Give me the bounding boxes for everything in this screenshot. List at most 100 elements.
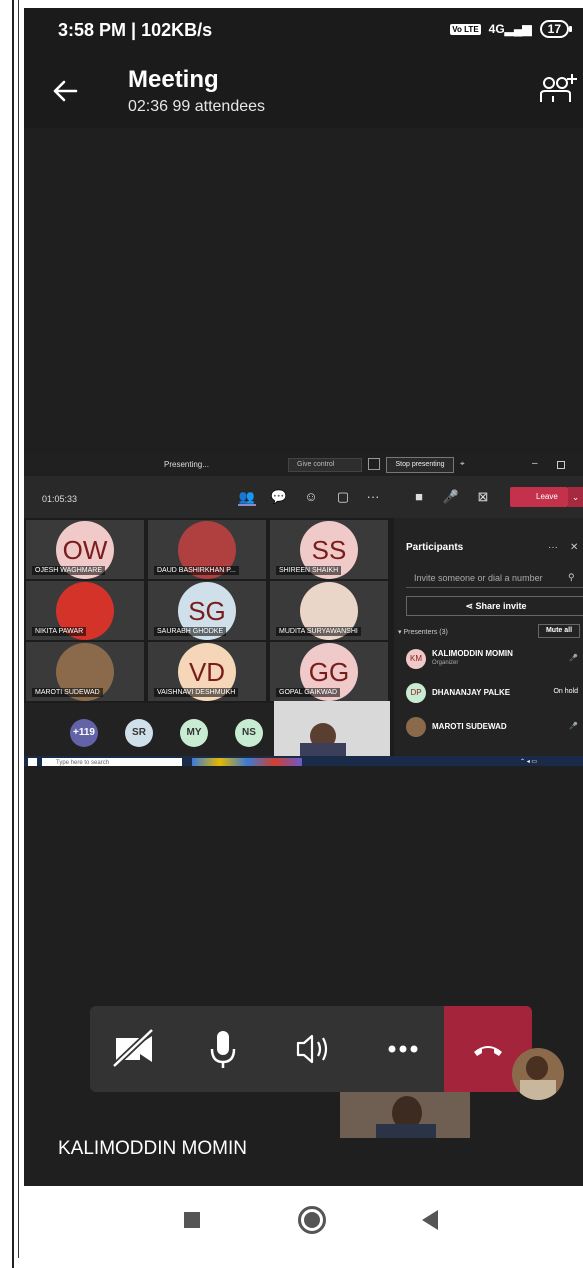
status-time: 3:58 PM | 102KB/s — [58, 20, 213, 40]
stop-presenting-button[interactable]: Stop presenting — [386, 457, 454, 473]
mute-all-button[interactable]: Mute all — [538, 624, 580, 638]
participant-tile[interactable]: MUDITA SURYAWANSHI — [270, 581, 388, 640]
participant-avatar: KM — [406, 649, 426, 669]
chat-icon[interactable]: 💬 — [270, 488, 288, 506]
participant-name: DAUD BASHIRKHAN P... — [154, 566, 239, 575]
nav-back-icon[interactable] — [422, 1210, 438, 1230]
pin-icon[interactable]: ⌖ — [460, 459, 465, 469]
panel-more-icon[interactable]: ··· — [548, 542, 558, 553]
participant-row[interactable]: DP DHANANJAY PALKE On hold — [406, 680, 583, 706]
participant-row-name: MAROTI SUDEWAD — [432, 722, 507, 731]
participant-row[interactable]: MAROTI SUDEWAD 🎤 — [406, 714, 583, 740]
volte-icon: Vo LTE — [450, 23, 481, 35]
participant-tile[interactable]: VD VAISHNAVI DESHMUKH — [148, 642, 266, 701]
search-icon: ⚲ — [568, 572, 575, 582]
share-invite-button[interactable]: ⋖ Share invite — [406, 596, 583, 616]
microphone-icon[interactable] — [180, 1006, 266, 1092]
overflow-row: +119 SR MY NS — [24, 701, 390, 763]
camera-icon[interactable]: ■ — [410, 488, 428, 506]
overflow-avatar[interactable]: MY — [180, 719, 208, 747]
phone-screen: 3:58 PM | 102KB/s Vo LTE 4G▂▄▆ 17 Meetin… — [24, 8, 583, 1258]
participant-name: MAROTI SUDEWAD — [32, 688, 103, 697]
add-participants-icon[interactable] — [537, 72, 577, 108]
presenter-avatar — [512, 1048, 564, 1100]
self-video-body — [376, 1124, 436, 1138]
mic-icon[interactable]: 🎤 — [442, 488, 460, 506]
participant-row[interactable]: KM KALIMODDIN MOMIN Organizer 🎤 — [406, 646, 583, 672]
participant-tile[interactable]: MAROTI SUDEWAD — [26, 642, 144, 701]
rooms-icon[interactable]: ▢ — [334, 488, 352, 506]
participant-row-name: DHANANJAY PALKE — [432, 688, 511, 697]
participants-title: Participants — [406, 542, 464, 553]
signal-icon: 4G▂▄▆ — [488, 22, 532, 36]
presenter-avatar-head — [526, 1056, 548, 1080]
shared-screen: Presenting... Give control Stop presenti… — [24, 454, 583, 766]
back-arrow-icon[interactable] — [50, 76, 80, 106]
panel-close-icon[interactable]: ✕ — [570, 542, 578, 553]
mic-icon: 🎤 — [569, 655, 578, 662]
participant-tile[interactable]: NIKITA PAWAR — [26, 581, 144, 640]
call-controls — [90, 1006, 532, 1092]
overflow-avatar[interactable]: +119 — [70, 719, 98, 747]
participant-tile[interactable]: SG SAURABH GHODKE — [148, 581, 266, 640]
participant-name: NIKITA PAWAR — [32, 627, 87, 636]
presenters-header[interactable]: ▾ Presenters (3) — [398, 628, 448, 636]
reactions-icon[interactable]: ☺ — [302, 488, 320, 506]
participant-tile[interactable]: SS SHIREEN SHAIKH — [270, 520, 388, 579]
share-invite-label: Share invite — [475, 601, 527, 611]
page-title: Meeting — [128, 66, 219, 93]
call-timer: 01:05:33 — [42, 494, 78, 504]
leave-button[interactable]: Leave — [510, 487, 568, 507]
system-tray: ⌃ ◂ ▭ — [520, 759, 538, 765]
active-speaker-name: KALIMODDIN MOMIN — [58, 1138, 247, 1159]
people-icon[interactable]: 👥 — [238, 488, 256, 506]
participant-tile[interactable]: GG GOPAL GAIKWAD — [270, 642, 388, 701]
maximize-icon[interactable] — [557, 461, 565, 469]
teams-meeting-toolbar: 01:05:33 👥 💬 ☺ ▢ ··· ■ 🎤 ⊠ Leave ⌄ — [24, 476, 583, 518]
participant-name: GOPAL GAIKWAD — [276, 688, 341, 697]
windows-start-icon[interactable] — [28, 758, 37, 766]
battery-icon: 17 — [539, 20, 573, 38]
participant-avatar: DP — [406, 683, 426, 703]
participant-name: MUDITA SURYAWANSHI — [276, 627, 361, 636]
taskbar-app-icons[interactable] — [192, 758, 302, 766]
more-icon[interactable] — [360, 1006, 446, 1092]
participant-name: SHIREEN SHAIKH — [276, 566, 342, 575]
participant-row-name: KALIMODDIN MOMIN — [432, 649, 513, 658]
camera-off-icon[interactable] — [90, 1006, 176, 1092]
recents-icon[interactable] — [184, 1212, 200, 1228]
home-icon[interactable] — [298, 1206, 326, 1234]
overflow-avatar[interactable]: NS — [235, 719, 263, 747]
screenshot-page: 3:58 PM | 102KB/s Vo LTE 4G▂▄▆ 17 Meetin… — [0, 0, 583, 1268]
share-tray-icon[interactable]: ⊠ — [474, 488, 492, 506]
status-bar: 3:58 PM | 102KB/s Vo LTE 4G▂▄▆ 17 — [24, 8, 583, 54]
windows-taskbar: Type here to search ⌃ ◂ ▭ — [24, 756, 583, 766]
participant-name: SAURABH GHODKE — [154, 627, 227, 636]
invite-input[interactable]: Invite someone or dial a number — [406, 568, 583, 588]
presenting-label: Presenting... — [164, 460, 209, 469]
participant-tile[interactable]: OW OJESH WAGHMARE — [26, 520, 144, 579]
speaker-icon[interactable] — [270, 1006, 356, 1092]
participant-grid: OW OJESH WAGHMARE DAUD BASHIRKHAN P... SS SH… — [26, 520, 392, 703]
mic-icon: 🎤 — [569, 723, 578, 730]
participant-role: Organizer — [432, 660, 459, 666]
presenter-avatar-body — [520, 1080, 556, 1100]
meeting-subtitle: 02:36 99 attendees — [128, 98, 266, 115]
presenters-header-label: Presenters (3) — [403, 629, 448, 636]
presenter-video-thumbnail — [274, 701, 390, 761]
taskbar-search-input[interactable]: Type here to search — [42, 758, 182, 766]
minimize-icon[interactable]: – — [532, 458, 538, 469]
more-actions-icon[interactable]: ··· — [364, 488, 382, 506]
participant-avatar — [406, 717, 426, 737]
give-control-dropdown[interactable]: Give control — [288, 458, 362, 472]
participant-tile[interactable]: DAUD BASHIRKHAN P... — [148, 520, 266, 579]
network-type: 4G — [488, 22, 505, 36]
overflow-avatar[interactable]: SR — [125, 719, 153, 747]
scan-border-left — [12, 0, 14, 1268]
participants-panel: Participants ··· ✕ Invite someone or dia… — [394, 518, 583, 763]
self-video-preview[interactable] — [340, 1092, 470, 1138]
include-audio-icon[interactable] — [368, 458, 380, 470]
app-header: Meeting 02:36 99 attendees — [24, 54, 583, 128]
leave-dropdown-chevron-icon[interactable]: ⌄ — [568, 487, 583, 507]
participant-status: On hold — [553, 688, 578, 695]
